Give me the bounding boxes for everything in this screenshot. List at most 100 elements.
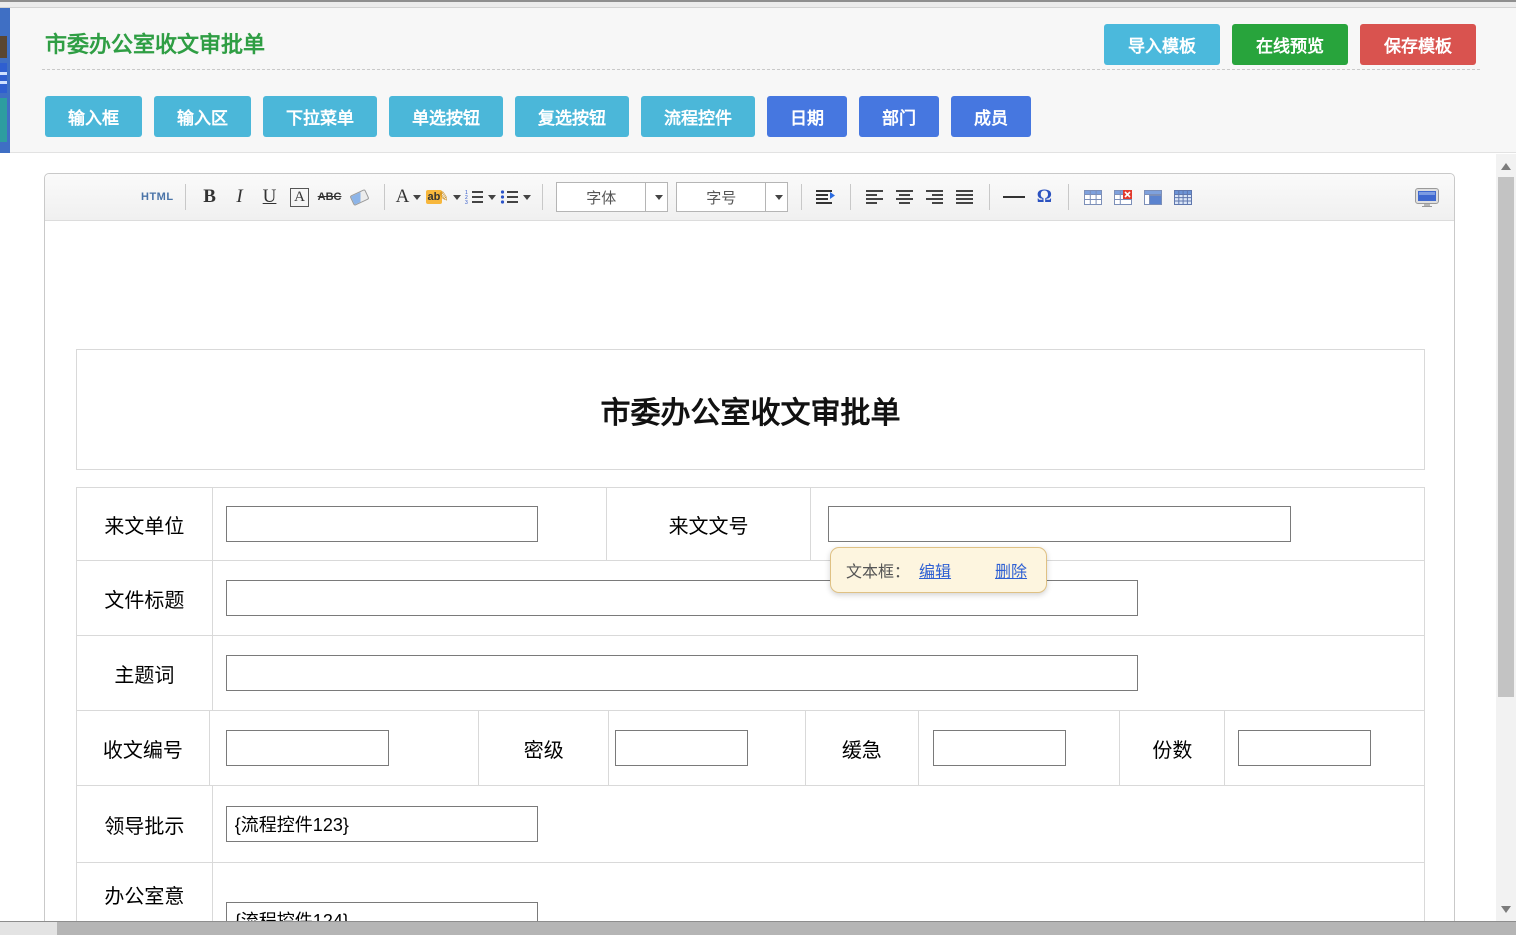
edit-widget-link[interactable]: 编辑	[919, 558, 951, 582]
cell-copies	[1225, 711, 1424, 785]
add-radio-button[interactable]: 单选按钮	[389, 96, 503, 137]
scroll-down-icon[interactable]	[1496, 899, 1516, 919]
form-title: 市委办公室收文审批单	[601, 388, 901, 432]
delete-widget-link[interactable]: 删除	[995, 558, 1027, 582]
unordered-list-icon[interactable]	[500, 184, 531, 210]
window-bottom-bar	[0, 921, 1516, 935]
edge-fragment-icon	[0, 36, 7, 58]
editor-toolbar: HTML B I U A ABC A ab✎ 1 2	[45, 174, 1454, 221]
leader-comments-input[interactable]	[226, 806, 538, 842]
align-left-icon[interactable]	[862, 184, 888, 210]
cell-urgency	[919, 711, 1121, 785]
label-urgency: 缓急	[806, 711, 919, 785]
toolbar-separator	[384, 184, 385, 210]
header-actions: 导入模板 在线预览 保存模板	[1104, 24, 1476, 65]
align-justify-icon[interactable]	[952, 184, 978, 210]
urgency-input[interactable]	[933, 730, 1066, 766]
highlight-color-icon[interactable]: ab✎	[426, 184, 462, 210]
underline-icon[interactable]: U	[257, 184, 283, 210]
toolbar-separator	[542, 184, 543, 210]
add-flow-control-button[interactable]: 流程控件	[641, 96, 755, 137]
widget-tooltip: 文本框： 编辑 删除	[830, 547, 1047, 593]
cell-document-title	[213, 561, 1424, 635]
bottom-bar-left-segment	[0, 922, 57, 935]
vertical-scrollbar[interactable]	[1496, 154, 1516, 921]
toolbar-separator	[801, 184, 802, 210]
label-document-number: 来文文号	[607, 488, 811, 560]
label-secrecy-level: 密级	[479, 711, 609, 785]
ordered-list-icon[interactable]: 1 2 3	[465, 184, 496, 210]
indent-icon[interactable]	[813, 184, 839, 210]
receipt-number-input[interactable]	[226, 730, 389, 766]
chevron-down-icon	[645, 183, 667, 211]
table-row: 收文编号 密级 缓急 份数	[76, 710, 1425, 786]
align-center-icon[interactable]	[892, 184, 918, 210]
document-number-input[interactable]	[828, 506, 1291, 542]
align-right-icon[interactable]	[922, 184, 948, 210]
add-textarea-button[interactable]: 输入区	[154, 96, 251, 137]
import-template-button[interactable]: 导入模板	[1104, 24, 1220, 65]
cell-receipt-number	[210, 711, 480, 785]
toolbar-separator	[1068, 184, 1069, 210]
strikethrough-icon[interactable]: ABC	[317, 184, 343, 210]
save-template-button[interactable]: 保存模板	[1360, 24, 1476, 65]
special-character-icon[interactable]: Ω	[1031, 184, 1057, 210]
fullscreen-icon[interactable]	[1414, 184, 1440, 210]
template-designer-page: 市委办公室收文审批单 导入模板 在线预览 保存模板 输入框 输入区 下拉菜单 单…	[0, 0, 1516, 935]
cell-secrecy-level	[609, 711, 806, 785]
editor-document[interactable]: 市委办公室收文审批单 来文单位 来文文号 文件标题	[45, 221, 1454, 935]
cell-leader-comments	[213, 786, 1424, 862]
cell-subject-words	[213, 636, 1424, 710]
horizontal-rule-icon[interactable]	[1001, 184, 1027, 210]
table-row: 主题词	[76, 635, 1425, 711]
subject-words-input[interactable]	[226, 655, 1138, 691]
toolbar-separator	[850, 184, 851, 210]
edge-fragment-icon	[0, 98, 7, 142]
copies-input[interactable]	[1238, 730, 1371, 766]
font-color-icon[interactable]: A	[396, 184, 422, 210]
add-input-box-button[interactable]: 输入框	[45, 96, 142, 137]
secrecy-level-input[interactable]	[615, 730, 748, 766]
add-member-button[interactable]: 成员	[951, 96, 1031, 137]
add-dropdown-button[interactable]: 下拉菜单	[263, 96, 377, 137]
online-preview-button[interactable]: 在线预览	[1232, 24, 1348, 65]
form-title-box: 市委办公室收文审批单	[76, 349, 1425, 470]
left-edge-bar	[0, 8, 10, 153]
incoming-unit-input[interactable]	[226, 506, 538, 542]
remove-format-icon[interactable]	[347, 184, 373, 210]
cell-incoming-unit	[213, 488, 607, 560]
edge-fragment-icon	[0, 63, 7, 93]
tooltip-label: 文本框：	[846, 558, 910, 582]
add-checkbox-button[interactable]: 复选按钮	[515, 96, 629, 137]
editor-panel: HTML B I U A ABC A ab✎ 1 2	[44, 173, 1455, 935]
label-copies: 份数	[1120, 711, 1225, 785]
font-size-select[interactable]: 字号	[676, 182, 788, 212]
add-date-button[interactable]: 日期	[767, 96, 847, 137]
table-row: 来文单位 来文文号	[76, 487, 1425, 561]
scrollbar-thumb[interactable]	[1498, 177, 1514, 697]
component-toolbar: 输入框 输入区 下拉菜单 单选按钮 复选按钮 流程控件 日期 部门 成员	[45, 96, 1031, 137]
add-department-button[interactable]: 部门	[859, 96, 939, 137]
insert-table-icon[interactable]	[1080, 184, 1106, 210]
bold-icon[interactable]: B	[197, 184, 223, 210]
table-cell-properties-icon[interactable]	[1140, 184, 1166, 210]
window-top-strip	[0, 0, 1516, 8]
text-style-icon[interactable]: A	[290, 188, 309, 207]
svg-text:3: 3	[465, 200, 468, 205]
source-code-icon[interactable]: HTML	[141, 184, 174, 210]
italic-icon[interactable]: I	[227, 184, 253, 210]
label-leader-comments: 领导批示	[77, 786, 213, 862]
toolbar-separator	[185, 184, 186, 210]
label-subject-words: 主题词	[77, 636, 213, 710]
header-divider	[42, 69, 1480, 70]
toolbar-separator	[989, 184, 990, 210]
header: 市委办公室收文审批单 导入模板 在线预览 保存模板 输入框 输入区 下拉菜单 单…	[0, 8, 1516, 153]
page-title: 市委办公室收文审批单	[45, 27, 265, 59]
chevron-down-icon	[765, 183, 787, 211]
content-area: HTML B I U A ABC A ab✎ 1 2	[0, 154, 1516, 935]
delete-table-icon[interactable]	[1110, 184, 1136, 210]
table-properties-icon[interactable]	[1170, 184, 1196, 210]
scroll-up-icon[interactable]	[1496, 156, 1516, 176]
table-row: 文件标题	[76, 560, 1425, 636]
font-family-select[interactable]: 字体	[556, 182, 668, 212]
